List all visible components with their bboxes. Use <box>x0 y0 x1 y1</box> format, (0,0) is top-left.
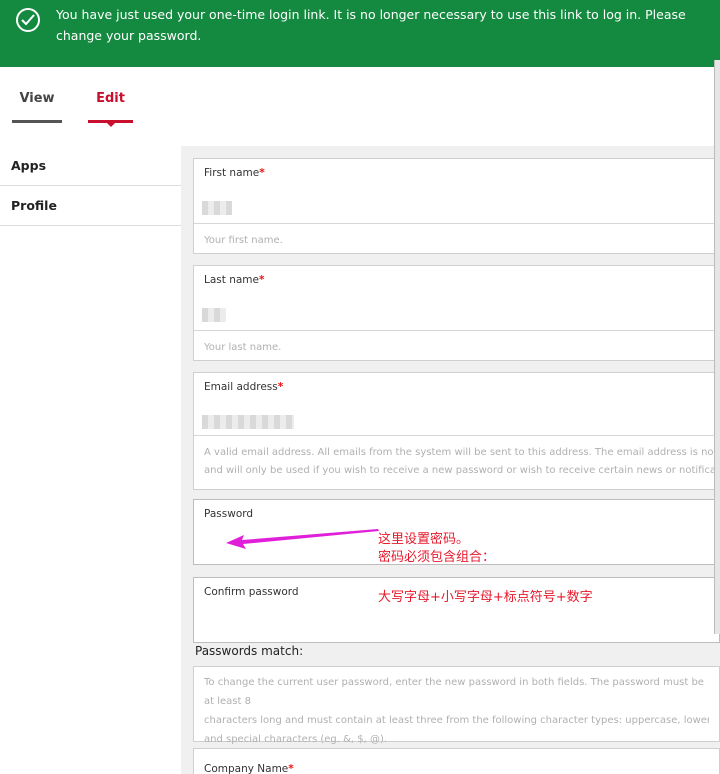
last-name-description: Your last name. <box>194 330 719 365</box>
confirm-password-label: Confirm password <box>204 586 299 598</box>
first-name-label: First name* <box>204 167 265 179</box>
scrollbar[interactable] <box>714 60 720 634</box>
company-name-label: Company Name* <box>204 763 294 774</box>
email-field: Email address* A valid email address. Al… <box>193 372 720 490</box>
active-tab-indicator <box>106 122 116 127</box>
sidebar-item-apps[interactable]: Apps <box>0 146 181 186</box>
first-name-field: First name* Your first name. <box>193 158 720 254</box>
banner-message: You have just used your one-time login l… <box>56 7 686 43</box>
tab-edit-label: Edit <box>96 91 125 106</box>
email-description: A valid email address. All emails from t… <box>194 435 719 488</box>
last-name-field: Last name* Your last name. <box>193 265 720 361</box>
status-banner: You have just used your one-time login l… <box>0 0 720 67</box>
annotation-line2: 密码必须包含组合： <box>378 550 496 565</box>
email-input[interactable] <box>202 415 294 429</box>
arrow-left-icon <box>226 529 379 549</box>
password-help-text: To change the current user password, ent… <box>193 666 720 745</box>
first-name-input[interactable] <box>202 201 232 215</box>
email-description-line2: and will only be used if you wish to rec… <box>204 465 719 476</box>
annotation-line1: 这里设置密码。 <box>378 532 470 547</box>
first-name-description: Your first name. <box>194 223 719 258</box>
sidebar: Apps Profile <box>0 146 181 226</box>
email-label: Email address* <box>204 381 284 393</box>
email-description-line1: A valid email address. All emails from t… <box>204 447 719 458</box>
last-name-input[interactable] <box>202 308 226 322</box>
check-circle-icon <box>16 8 40 32</box>
passwords-match-label: Passwords match: <box>195 644 304 658</box>
tab-edit[interactable]: Edit <box>88 91 133 127</box>
company-name-field: Company Name* <box>193 748 720 774</box>
sidebar-item-profile[interactable]: Profile <box>0 186 181 226</box>
password-help-line2: characters long and must contain at leas… <box>204 715 709 726</box>
tab-view[interactable]: View <box>12 91 62 123</box>
annotation-line3: 大写字母+小写字母+标点符号+数字 <box>378 590 593 605</box>
password-help-line3: and special characters (eg. &, $, @). <box>204 734 388 745</box>
last-name-label: Last name* <box>204 274 265 286</box>
confirm-password-input[interactable] <box>202 608 502 636</box>
password-help-line1: To change the current user password, ent… <box>204 677 704 707</box>
password-label: Password <box>204 508 254 520</box>
tab-bar: View Edit <box>0 67 720 147</box>
profile-form: First name* Your first name. Last name* … <box>181 146 720 774</box>
